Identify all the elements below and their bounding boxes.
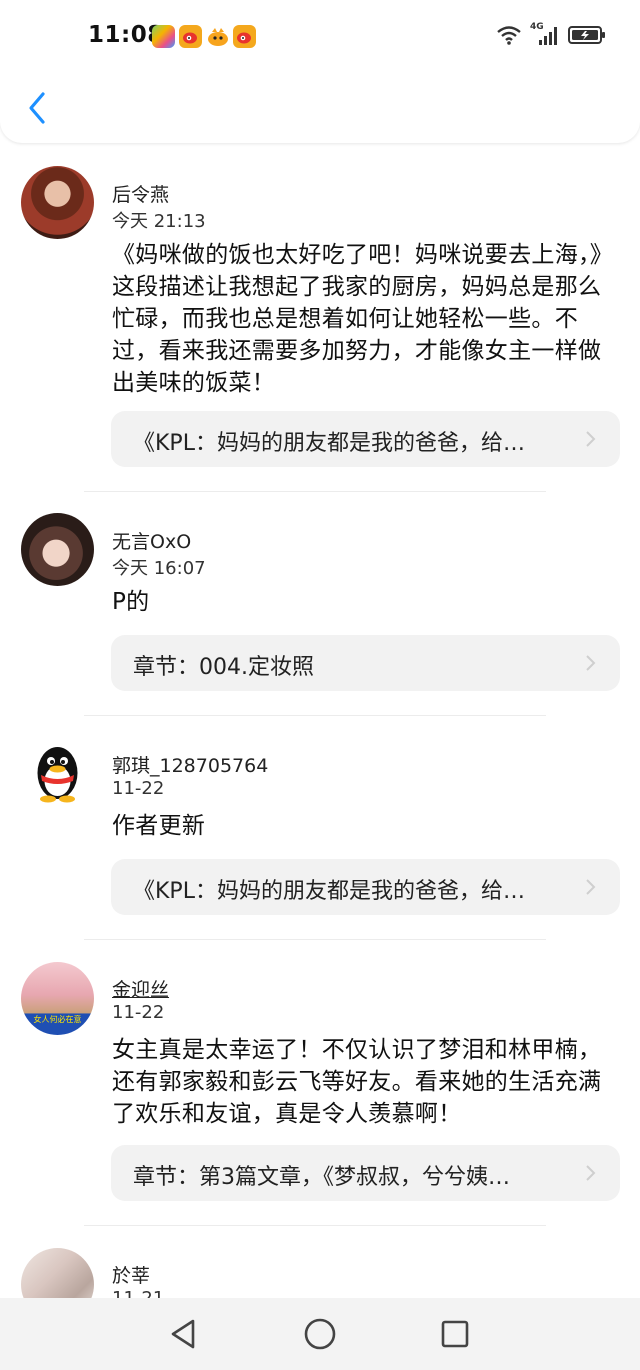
battery-icon	[568, 26, 605, 44]
system-nav-bar	[0, 1298, 640, 1370]
comment-list: 后令燕 今天 21:13 《妈咪做的饭也太好吃了吧！妈咪说要去上海，》这段描述让…	[0, 143, 640, 1346]
status-indicators: 4G	[496, 22, 606, 46]
comment-text: 作者更新	[112, 813, 206, 839]
user-name[interactable]: 无言OxO	[112, 527, 191, 554]
chapter-reference-text: 《KPL：妈妈的朋友都是我的爸爸，给…	[133, 879, 525, 904]
chapter-reference-card[interactable]: 《KPL：妈妈的朋友都是我的爸爸，给…	[111, 411, 620, 467]
penguin-icon	[37, 747, 78, 803]
comment-item: 郭琪_128705764 11-22 作者更新 《KPL：妈妈的朋友都是我的爸爸…	[0, 716, 640, 940]
chevron-left-icon	[29, 92, 45, 124]
comments-screen: 11:08 4G 后令燕 今天 21:13 《妈咪做的饭也太好吃了吧！妈咪说要去…	[0, 0, 640, 1370]
square-recents-icon	[441, 1320, 469, 1348]
emoji-app-icon	[206, 25, 229, 48]
user-avatar[interactable]	[21, 513, 94, 586]
comment-time: 今天 21:13	[112, 211, 206, 232]
chapter-reference-text: 《KPL：妈妈的朋友都是我的爸爸，给…	[133, 431, 525, 456]
chapter-reference-text: 章节：第3篇文章，《梦叔叔，兮兮姨…	[133, 1165, 510, 1190]
comment-item: 女人何必在意 金迎丝 11-22 女主真是太幸运了！不仅认识了梦泪和林甲楠，还有…	[0, 940, 640, 1226]
comment-text: P的	[112, 589, 150, 615]
top-bar: 11:08 4G	[0, 0, 640, 143]
chapter-reference-card[interactable]: 章节：004.定妆照	[111, 635, 620, 691]
user-name[interactable]: 金迎丝	[112, 975, 169, 1002]
triangle-back-icon	[171, 1319, 195, 1349]
nav-home-button[interactable]	[302, 1316, 338, 1352]
comment-time: 11-22	[112, 1002, 165, 1023]
comment-time: 11-22	[112, 778, 165, 799]
back-button[interactable]	[20, 86, 54, 130]
user-name[interactable]: 於莘	[112, 1261, 150, 1288]
weibo-icon	[179, 25, 202, 48]
cell-signal-icon: 4G	[530, 22, 560, 46]
chevron-right-icon	[586, 655, 596, 671]
comment-item: 无言OxO 今天 16:07 P的 章节：004.定妆照	[0, 492, 640, 716]
comment-text: 女主真是太幸运了！不仅认识了梦泪和林甲楠，还有郭家毅和彭云飞等好友。看来她的生活…	[112, 1037, 602, 1127]
wifi-icon	[497, 26, 521, 45]
chapter-reference-card[interactable]: 《KPL：妈妈的朋友都是我的爸爸，给…	[111, 859, 620, 915]
chevron-right-icon	[586, 431, 596, 447]
qq-penguin-avatar[interactable]	[21, 737, 94, 810]
comment-text: 《妈咪做的饭也太好吃了吧！妈咪说要去上海，》这段描述让我想起了我家的厨房，妈妈总…	[112, 242, 602, 396]
circle-home-icon	[304, 1318, 336, 1350]
comment-time: 今天 16:07	[112, 558, 206, 579]
chevron-right-icon	[586, 1165, 596, 1181]
user-name[interactable]: 郭琪_128705764	[112, 751, 268, 778]
weibo-icon	[233, 25, 256, 48]
status-app-icons	[152, 25, 256, 48]
user-name[interactable]: 后令燕	[112, 180, 169, 207]
nav-back-button[interactable]	[165, 1316, 201, 1352]
chevron-right-icon	[586, 879, 596, 895]
user-avatar[interactable]: 女人何必在意	[21, 962, 94, 1035]
gallery-app-icon	[152, 25, 175, 48]
avatar-caption: 女人何必在意	[33, 1015, 82, 1024]
chapter-reference-card[interactable]: 章节：第3篇文章，《梦叔叔，兮兮姨…	[111, 1145, 620, 1201]
chapter-reference-text: 章节：004.定妆照	[133, 655, 314, 680]
nav-recents-button[interactable]	[437, 1316, 473, 1352]
user-avatar[interactable]	[21, 166, 94, 239]
comment-item: 后令燕 今天 21:13 《妈咪做的饭也太好吃了吧！妈咪说要去上海，》这段描述让…	[0, 143, 640, 492]
